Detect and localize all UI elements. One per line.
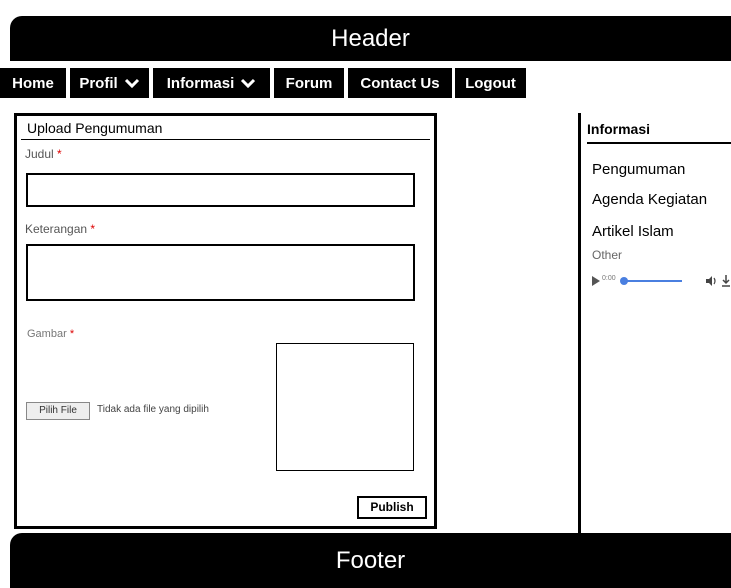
audio-player: 0:00 [592,273,731,289]
main-navigation: Home Profil Informasi Forum Contact Us L… [0,68,731,98]
keterangan-label: Keterangan * [25,222,96,236]
keterangan-textarea[interactable] [26,244,415,301]
volume-icon[interactable] [705,275,717,287]
nav-home[interactable]: Home [0,68,66,98]
image-preview [276,343,414,471]
nav-profil[interactable]: Profil [70,68,149,98]
chevron-down-icon [124,78,139,89]
sidebar-other-label: Other [592,248,623,262]
footer-title: Footer [335,546,406,574]
audio-progress-track[interactable] [622,280,682,282]
choose-file-button[interactable]: Pilih File [26,402,90,420]
download-icon[interactable] [721,274,731,288]
audio-time: 0:00 [602,275,616,282]
sidebar-link-artikel-islam[interactable]: Artikel Islam [592,223,674,240]
nav-informasi[interactable]: Informasi [153,68,270,98]
header-title: Header [331,24,410,52]
sidebar-title: Informasi [587,121,651,137]
nav-logout[interactable]: Logout [455,68,526,98]
chevron-down-icon [241,78,256,89]
judul-input[interactable] [26,173,415,207]
sidebar-link-pengumuman[interactable]: Pengumuman [592,161,685,178]
play-icon[interactable] [592,276,600,286]
nav-forum[interactable]: Forum [274,68,344,98]
publish-button[interactable]: Publish [357,496,427,519]
gambar-label: Gambar * [27,328,75,340]
file-status-text: Tidak ada file yang dipilih [97,404,209,415]
judul-label: Judul * [25,147,62,161]
page-footer: Footer [10,533,731,588]
page-header: Header [10,16,731,61]
sidebar-link-agenda-kegiatan[interactable]: Agenda Kegiatan [592,191,707,208]
sidebar-title-rule [587,142,731,144]
audio-progress-handle[interactable] [620,277,628,285]
sidebar-divider [578,113,581,533]
nav-contact-us[interactable]: Contact Us [348,68,452,98]
upload-form-panel: Upload Pengumuman Judul * Keterangan * G… [14,113,437,529]
form-title: Upload Pengumuman [21,118,430,140]
